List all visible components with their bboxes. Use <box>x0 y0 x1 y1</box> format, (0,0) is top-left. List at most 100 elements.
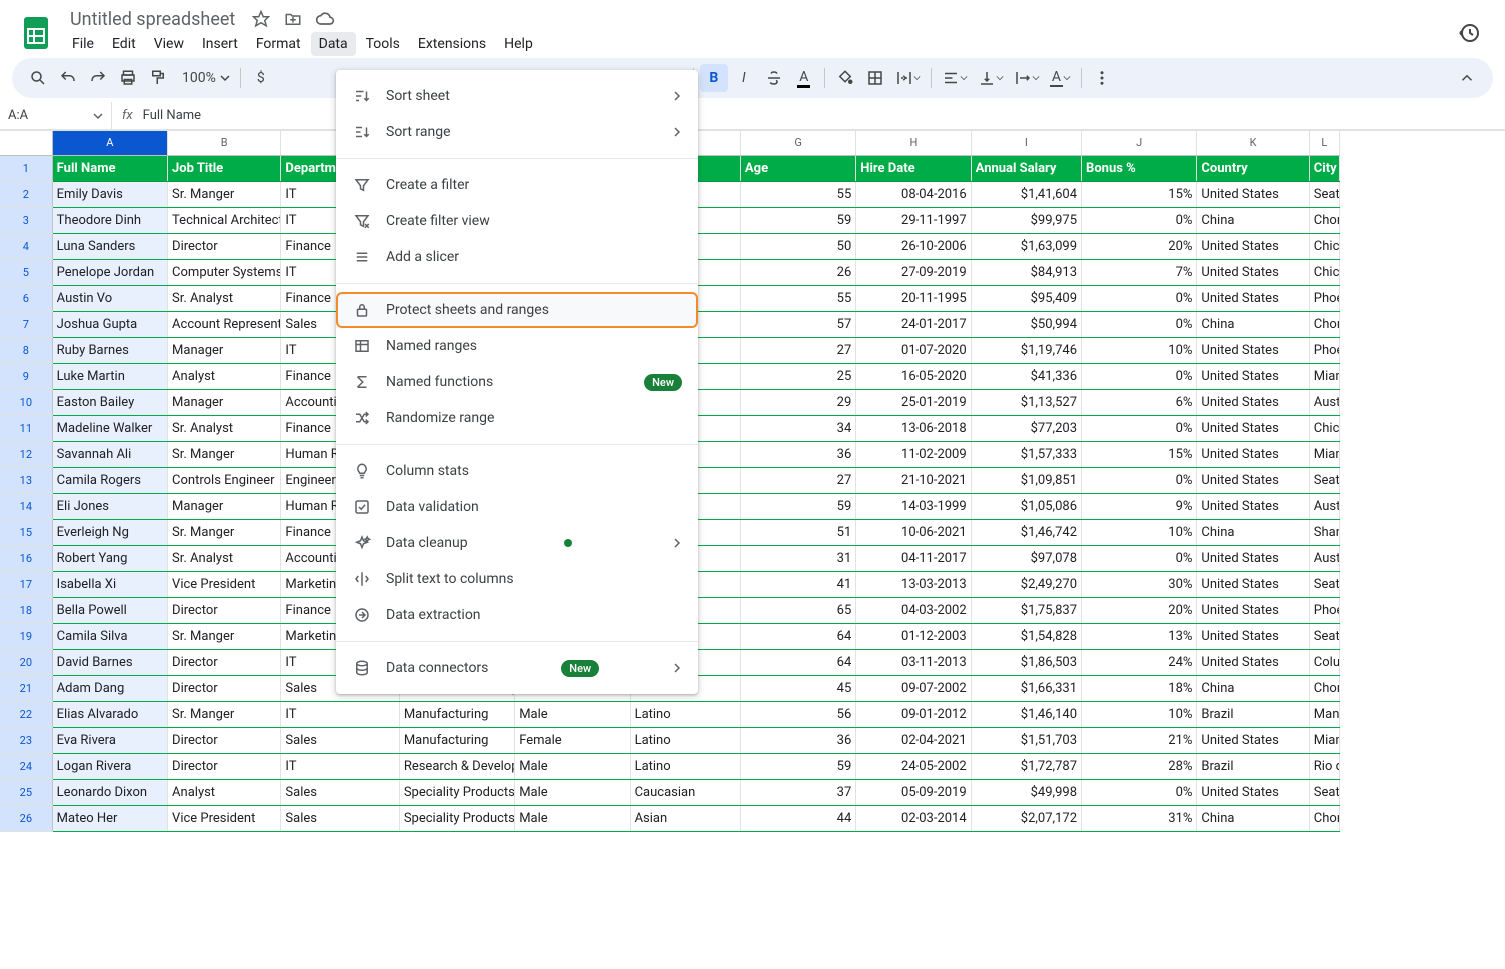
cell[interactable]: 0% <box>1082 285 1197 311</box>
cell[interactable]: 36 <box>740 441 855 467</box>
menu-file[interactable]: File <box>64 32 102 56</box>
more-icon[interactable] <box>1088 64 1116 92</box>
cell[interactable]: Leonardo Dixon <box>52 779 167 805</box>
cell[interactable]: 15% <box>1082 181 1197 207</box>
cell[interactable]: Asian <box>630 805 740 831</box>
menu-item-split-text-to-columns[interactable]: Split text to columns <box>336 561 698 597</box>
cell[interactable]: Austin <box>1309 545 1339 571</box>
cell[interactable]: Sales <box>281 805 399 831</box>
cell[interactable]: Director <box>168 675 281 701</box>
cell[interactable]: Isabella Xi <box>52 571 167 597</box>
cell[interactable]: 59 <box>740 493 855 519</box>
cell[interactable]: 26 <box>740 259 855 285</box>
cell[interactable]: Manager <box>168 337 281 363</box>
cell[interactable]: $84,913 <box>971 259 1081 285</box>
row-header-12[interactable]: 12 <box>0 441 52 467</box>
cell[interactable]: 27-09-2019 <box>856 259 971 285</box>
cell[interactable]: Chicago <box>1309 415 1339 441</box>
cell[interactable]: 20% <box>1082 597 1197 623</box>
cell[interactable]: United States <box>1197 597 1309 623</box>
history-icon[interactable] <box>1449 13 1489 53</box>
cell[interactable]: United States <box>1197 259 1309 285</box>
menu-item-randomize-range[interactable]: Randomize range <box>336 400 698 436</box>
cell[interactable]: Columbus <box>1309 649 1339 675</box>
cell[interactable]: Logan Rivera <box>52 753 167 779</box>
cell[interactable]: 59 <box>740 207 855 233</box>
menu-item-sort-range[interactable]: Sort range <box>336 114 698 150</box>
cell[interactable]: 03-11-2013 <box>856 649 971 675</box>
cell[interactable]: 10-06-2021 <box>856 519 971 545</box>
cell[interactable]: 02-04-2021 <box>856 727 971 753</box>
cell[interactable]: Technical Architect <box>168 207 281 233</box>
menu-format[interactable]: Format <box>248 32 309 56</box>
cell[interactable]: 36 <box>740 727 855 753</box>
cell[interactable]: Camila Silva <box>52 623 167 649</box>
header-cell[interactable]: Age <box>740 155 855 181</box>
cell[interactable]: 51 <box>740 519 855 545</box>
cell[interactable]: 50 <box>740 233 855 259</box>
cell[interactable]: $1,54,828 <box>971 623 1081 649</box>
merge-button[interactable] <box>891 64 925 92</box>
cell[interactable]: 30% <box>1082 571 1197 597</box>
cell[interactable]: 13-06-2018 <box>856 415 971 441</box>
cell[interactable]: China <box>1197 207 1309 233</box>
cell[interactable]: $77,203 <box>971 415 1081 441</box>
row-header-5[interactable]: 5 <box>0 259 52 285</box>
cell[interactable]: Sr. Manger <box>168 701 281 727</box>
cell[interactable]: $95,409 <box>971 285 1081 311</box>
row-header-8[interactable]: 8 <box>0 337 52 363</box>
cell[interactable]: Seattle <box>1309 779 1339 805</box>
col-header-H[interactable]: H <box>856 131 971 155</box>
cell[interactable]: $97,078 <box>971 545 1081 571</box>
cell[interactable]: Austin <box>1309 493 1339 519</box>
doc-title[interactable]: Untitled spreadsheet <box>64 7 241 32</box>
menu-item-sort-sheet[interactable]: Sort sheet <box>336 78 698 114</box>
cell[interactable]: Caucasian <box>630 779 740 805</box>
zoom-select[interactable]: 100% <box>174 64 234 92</box>
cell[interactable]: Director <box>168 597 281 623</box>
cell[interactable]: Phoenix <box>1309 285 1339 311</box>
cell[interactable]: Robert Yang <box>52 545 167 571</box>
cell[interactable]: 24-05-2002 <box>856 753 971 779</box>
cell[interactable]: United States <box>1197 389 1309 415</box>
cell[interactable]: Luna Sanders <box>52 233 167 259</box>
menu-item-data-connectors[interactable]: Data connectorsNew <box>336 650 698 686</box>
cell[interactable]: 25-01-2019 <box>856 389 971 415</box>
menu-extensions[interactable]: Extensions <box>410 32 494 56</box>
cell[interactable]: United States <box>1197 571 1309 597</box>
row-header-24[interactable]: 24 <box>0 753 52 779</box>
cell[interactable]: 41 <box>740 571 855 597</box>
cell[interactable]: Phoenix <box>1309 337 1339 363</box>
cell[interactable]: 27 <box>740 337 855 363</box>
cell[interactable]: 59 <box>740 753 855 779</box>
cell[interactable]: 10% <box>1082 701 1197 727</box>
header-cell[interactable]: City <box>1309 155 1339 181</box>
cell[interactable]: Sr. Manger <box>168 519 281 545</box>
menu-data[interactable]: Data <box>311 32 356 56</box>
cell[interactable]: Miami <box>1309 441 1339 467</box>
cell[interactable]: Chongqing <box>1309 311 1339 337</box>
cell[interactable]: 01-12-2003 <box>856 623 971 649</box>
cell[interactable]: 7% <box>1082 259 1197 285</box>
menu-item-add-a-slicer[interactable]: Add a slicer <box>336 239 698 275</box>
cell[interactable]: 0% <box>1082 311 1197 337</box>
rotate-button[interactable]: A <box>1046 64 1075 92</box>
spreadsheet-grid[interactable]: ABCDEFGHIJKL1Full NameJob TitleDepartmen… <box>0 130 1505 832</box>
cell[interactable]: 34 <box>740 415 855 441</box>
menu-item-data-validation[interactable]: Data validation <box>336 489 698 525</box>
cell[interactable]: 29 <box>740 389 855 415</box>
menu-item-create-filter-view[interactable]: Create filter view <box>336 203 698 239</box>
cell[interactable]: Everleigh Ng <box>52 519 167 545</box>
cell[interactable]: 20% <box>1082 233 1197 259</box>
cell[interactable]: Manager <box>168 389 281 415</box>
cell[interactable]: Chicago <box>1309 233 1339 259</box>
cell[interactable]: David Barnes <box>52 649 167 675</box>
menu-item-data-extraction[interactable]: Data extraction <box>336 597 698 633</box>
cell[interactable]: Analyst <box>168 779 281 805</box>
italic-button[interactable]: I <box>730 64 758 92</box>
cell[interactable]: Latino <box>630 701 740 727</box>
cell[interactable]: Elias Alvarado <box>52 701 167 727</box>
cell[interactable]: Miami <box>1309 363 1339 389</box>
menu-item-create-a-filter[interactable]: Create a filter <box>336 167 698 203</box>
cell[interactable]: Eva Rivera <box>52 727 167 753</box>
